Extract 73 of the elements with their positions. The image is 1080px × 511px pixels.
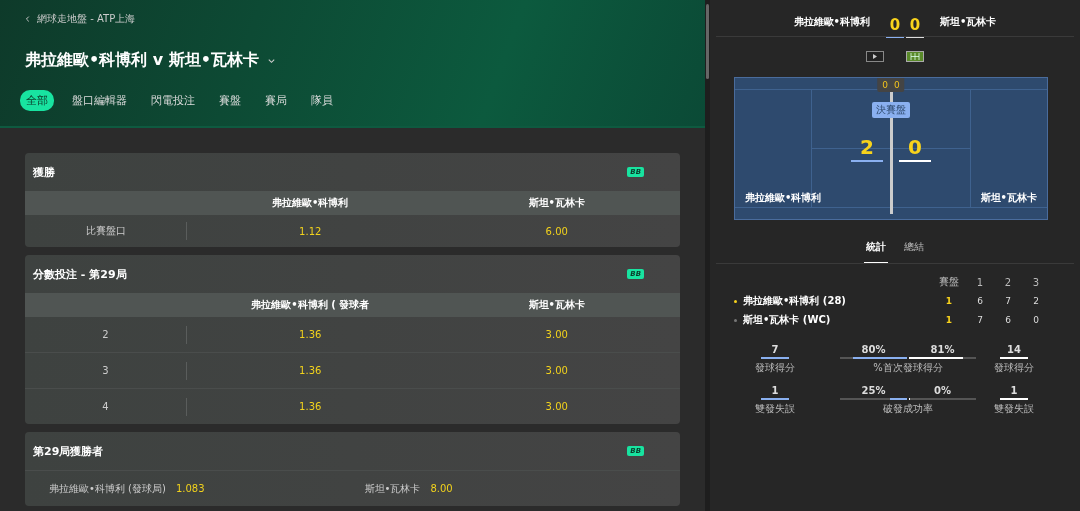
game-score: 2 xyxy=(851,134,883,162)
stat-label: 雙發失誤 xyxy=(994,402,1034,416)
tab[interactable]: 閃電投注 xyxy=(145,90,201,111)
column-title: 弗拉維歐•科博利 xyxy=(271,196,350,210)
point-score-box: 0 0 xyxy=(877,78,905,92)
player-name: 弗拉維歐•科博利 xyxy=(745,191,822,205)
stat-value: 7 xyxy=(771,344,779,355)
market-title: 第29局獲勝者 xyxy=(33,443,104,459)
set-score: 7 xyxy=(1004,296,1012,306)
stat-value: 1 xyxy=(771,385,779,396)
odds-button[interactable]: 6.00 xyxy=(539,224,574,238)
column-header: 2 xyxy=(1003,276,1013,288)
tab[interactable]: 總結 xyxy=(902,238,926,264)
stat-label: 雙發失誤 xyxy=(755,402,795,416)
tab[interactable]: 盤口編輯器 xyxy=(66,90,133,111)
stat-value: 1 xyxy=(1010,385,1018,396)
stat-label: 破發成功率 xyxy=(883,402,933,416)
player-name: 斯坦•瓦林卡 (WC) xyxy=(743,313,831,327)
row-label: 4 xyxy=(25,397,187,416)
set-score: 0 xyxy=(1032,315,1040,325)
tab[interactable]: 賽盤 xyxy=(213,90,247,111)
stat-label: 發球得分 xyxy=(755,361,795,375)
stat-value: 81% xyxy=(929,344,956,355)
player-name: 弗拉維歐•科博利 xyxy=(793,15,870,29)
column-header: 賽盤 xyxy=(938,275,960,289)
odds-button[interactable]: 1.36 xyxy=(293,328,328,341)
set-score: 7 xyxy=(976,315,984,325)
set-score: 2 xyxy=(1032,296,1040,306)
odds-button[interactable]: 3.00 xyxy=(539,400,574,413)
court-icon[interactable] xyxy=(906,51,924,62)
column-title: 斯坦•瓦林卡 xyxy=(527,196,586,210)
odds-button[interactable]: 3.00 xyxy=(539,328,574,341)
scrollbar-thumb[interactable] xyxy=(706,4,709,79)
sets-score: 1 xyxy=(944,296,954,306)
stat-value: 14 xyxy=(1007,344,1021,355)
back-icon xyxy=(24,15,32,23)
player-name: 斯坦•瓦林卡 xyxy=(980,191,1037,205)
set-score: 6 xyxy=(976,296,984,306)
row-label: 2 xyxy=(25,325,187,344)
odds-button[interactable]: 1.12 xyxy=(293,224,328,238)
stat-value: 25% xyxy=(860,385,887,396)
odds-button[interactable]: 1.36 xyxy=(293,400,328,413)
stat-label: 發球得分 xyxy=(994,361,1034,375)
tab[interactable]: 賽局 xyxy=(259,90,293,111)
column-header: 3 xyxy=(1031,276,1041,288)
row-label: 3 xyxy=(25,361,187,380)
match-title: 弗拉維歐•科博利 v 斯坦•瓦林卡 xyxy=(25,50,260,71)
video-icon[interactable] xyxy=(866,51,884,62)
odds-button[interactable]: 8.00 xyxy=(424,482,459,495)
column-title: 弗拉維歐•科博利 ( 發球者 xyxy=(250,298,371,312)
odds-button[interactable]: 3.00 xyxy=(539,364,574,377)
breadcrumb-link[interactable]: 網球走地盤 - ATP上海 xyxy=(37,12,136,26)
column-header: 1 xyxy=(975,276,985,288)
market-title: 分數投注 - 第29局 xyxy=(33,266,127,282)
game-score: 0 xyxy=(899,134,931,162)
dropdown-caret-icon xyxy=(267,56,277,65)
set-score: 6 xyxy=(1004,315,1012,325)
player-name: 斯坦•瓦林卡 xyxy=(940,15,997,29)
player-name: 弗拉維歐•科博利 (28) xyxy=(743,294,846,308)
tab[interactable]: 隊員 xyxy=(305,90,339,111)
odds-button[interactable]: 1.083 xyxy=(169,482,211,495)
tab[interactable]: 全部 xyxy=(20,90,54,111)
odds-button[interactable]: 1.36 xyxy=(293,364,328,377)
set-label: 決賽盤 xyxy=(872,102,910,118)
stat-label: %首次發球得分 xyxy=(873,361,943,375)
selection-name: 斯坦•瓦林卡 xyxy=(364,481,421,496)
stat-value: 0% xyxy=(933,385,952,396)
row-label: 比賽盤口 xyxy=(25,222,187,240)
column-title: 斯坦•瓦林卡 xyxy=(527,298,586,312)
stat-value: 80% xyxy=(860,344,887,355)
sets-score: 1 xyxy=(944,315,954,325)
market-title: 獲勝 xyxy=(33,164,55,180)
selection-name: 弗拉維歐•科博利 (發球局) xyxy=(49,481,166,496)
